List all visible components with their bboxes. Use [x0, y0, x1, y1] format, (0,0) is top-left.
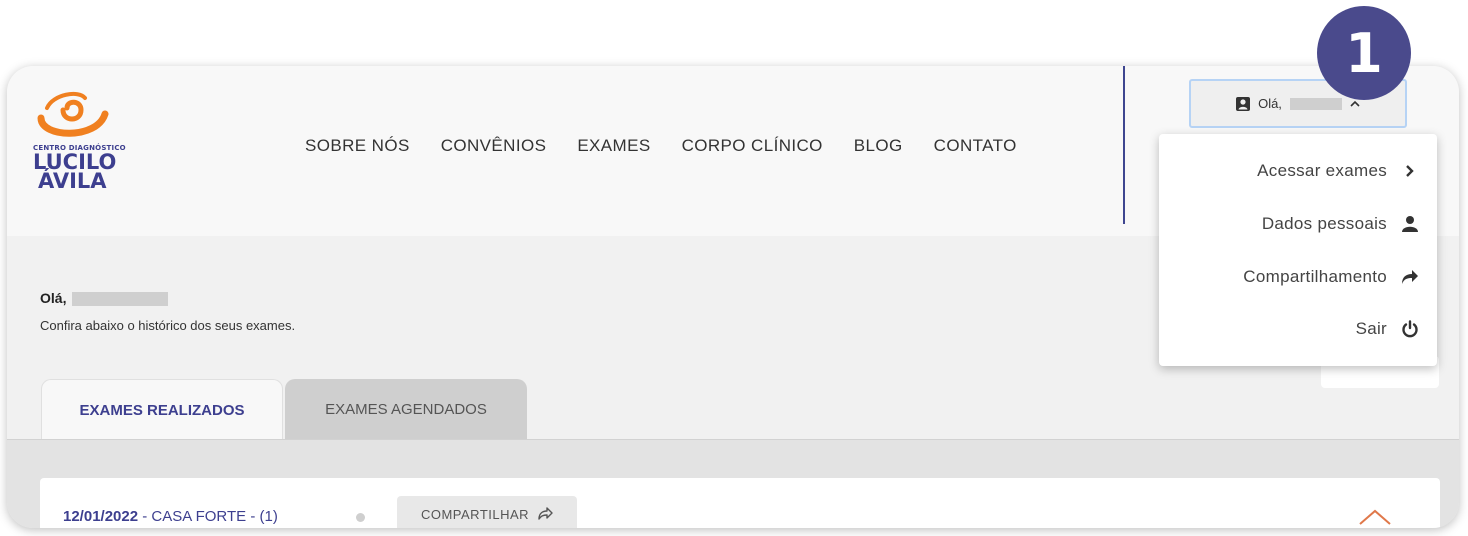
tab-exames-realizados[interactable]: EXAMES REALIZADOS	[41, 379, 283, 440]
chevron-up-icon	[1350, 100, 1360, 107]
nav-blog[interactable]: BLOG	[854, 136, 903, 156]
logo-swirl-icon	[37, 91, 109, 137]
greeting-subtitle: Confira abaixo o histórico dos seus exam…	[40, 318, 296, 333]
menu-item-label: Acessar exames	[1257, 161, 1387, 180]
share-icon	[538, 507, 553, 520]
exam-card[interactable]: 12/01/2022 - CASA FORTE - (1) COMPARTILH…	[40, 478, 1440, 528]
user-greeting: Olá,	[1258, 96, 1282, 111]
redacted-username	[1289, 97, 1342, 110]
share-button[interactable]: COMPARTILHAR	[397, 496, 577, 528]
menu-item-dados-pessoais[interactable]: Dados pessoais	[1262, 214, 1423, 234]
status-dot	[356, 513, 365, 522]
greeting-title: Olá,	[40, 290, 169, 307]
menu-item-compartilhamento[interactable]: Compartilhamento	[1243, 267, 1423, 287]
nav-convenios[interactable]: CONVÊNIOS	[441, 136, 547, 156]
share-arrow-icon	[1397, 269, 1423, 285]
share-button-label: COMPARTILHAR	[420, 506, 530, 522]
menu-item-label: Dados pessoais	[1261, 214, 1387, 233]
menu-item-label: Compartilhamento	[1243, 267, 1387, 286]
browser-frame: CENTRO DIAGNÓSTICO LUCILO ÁVILA SOBRE NÓ…	[7, 66, 1459, 528]
nav-corpo-clinico[interactable]: CORPO CLÍNICO	[682, 136, 823, 156]
user-icon	[1236, 96, 1251, 111]
exam-date: 12/01/2022	[63, 508, 139, 525]
menu-item-label: Sair	[1355, 319, 1387, 338]
nav-exames[interactable]: EXAMES	[577, 136, 650, 156]
logo-line-2: ÁVILA	[38, 169, 107, 193]
nav-contato[interactable]: CONTATO	[934, 136, 1017, 156]
chevron-up-icon[interactable]	[1358, 508, 1392, 526]
nav-sobre-nos[interactable]: SOBRE NÓS	[305, 136, 410, 156]
power-icon	[1397, 320, 1423, 338]
tab-exames-agendados[interactable]: EXAMES AGENDADOS	[285, 379, 527, 440]
exam-location: - CASA FORTE - (1)	[138, 508, 278, 525]
greeting-text: Olá,	[40, 290, 67, 306]
chevron-right-icon	[1397, 164, 1423, 178]
user-icon	[1397, 215, 1423, 233]
menu-item-acessar-exames[interactable]: Acessar exames	[1257, 161, 1423, 181]
vertical-divider	[1123, 66, 1125, 224]
menu-item-sair[interactable]: Sair	[1356, 319, 1423, 339]
user-dropdown-menu: Acessar exames Dados pessoais Compartilh…	[1159, 134, 1437, 366]
logo[interactable]: CENTRO DIAGNÓSTICO LUCILO ÁVILA	[33, 90, 133, 202]
exam-title[interactable]: 12/01/2022 - CASA FORTE - (1)	[63, 508, 278, 525]
step-badge: 1	[1317, 6, 1411, 100]
main-nav: SOBRE NÓS CONVÊNIOS EXAMES CORPO CLÍNICO…	[305, 136, 1048, 156]
redacted-name	[72, 292, 169, 307]
